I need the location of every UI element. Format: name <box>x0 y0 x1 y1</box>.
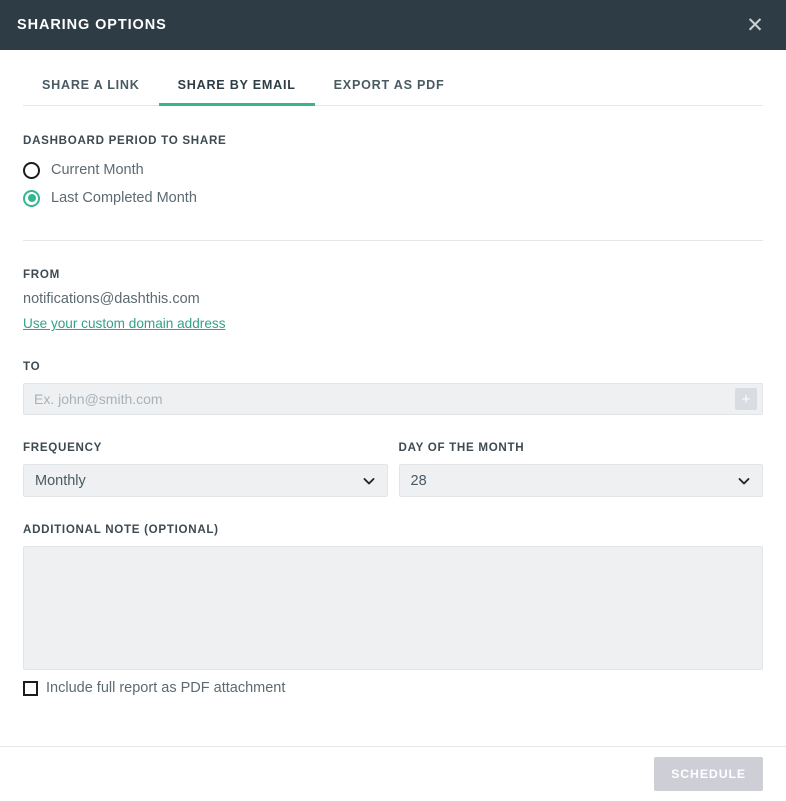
pdf-attachment-option[interactable]: Include full report as PDF attachment <box>23 680 763 696</box>
tab-bar: SHARE A LINK SHARE BY EMAIL EXPORT AS PD… <box>0 50 786 106</box>
frequency-value: Monthly <box>35 473 86 489</box>
frequency-section: FREQUENCY Monthly <box>23 441 388 497</box>
frequency-label: FREQUENCY <box>23 441 388 454</box>
to-field-wrapper: + <box>23 383 763 415</box>
radio-icon-unchecked[interactable] <box>23 162 40 179</box>
sharing-options-modal: SHARING OPTIONS ✕ SHARE A LINK SHARE BY … <box>0 0 786 801</box>
day-of-month-section: DAY OF THE MONTH 28 <box>399 441 764 497</box>
tab-export-as-pdf[interactable]: EXPORT AS PDF <box>315 78 464 106</box>
pdf-attachment-label: Include full report as PDF attachment <box>46 680 285 696</box>
close-icon[interactable]: ✕ <box>742 12 768 38</box>
radio-label-last-completed-month: Last Completed Month <box>51 190 197 206</box>
custom-domain-link[interactable]: Use your custom domain address <box>23 316 226 331</box>
tab-share-by-email[interactable]: SHARE BY EMAIL <box>159 78 315 106</box>
chevron-down-icon <box>738 475 750 487</box>
chevron-down-icon <box>363 475 375 487</box>
schedule-button[interactable]: SCHEDULE <box>654 757 763 791</box>
to-email-input[interactable] <box>24 384 735 414</box>
from-label: FROM <box>23 268 763 281</box>
dashboard-period-section: DASHBOARD PERIOD TO SHARE Current Month … <box>23 106 763 212</box>
checkbox-icon-unchecked[interactable] <box>23 681 38 696</box>
radio-option-last-completed-month[interactable]: Last Completed Month <box>23 184 763 212</box>
modal-header: SHARING OPTIONS ✕ <box>0 0 786 50</box>
from-email-value: notifications@dashthis.com <box>23 291 763 307</box>
schedule-row: FREQUENCY Monthly DAY OF THE MONTH 28 <box>23 415 763 497</box>
to-label: TO <box>23 360 763 373</box>
day-of-month-select[interactable]: 28 <box>399 464 764 497</box>
additional-note-textarea[interactable] <box>23 546 763 670</box>
additional-note-label: ADDITIONAL NOTE (OPTIONAL) <box>23 523 763 536</box>
day-of-month-label: DAY OF THE MONTH <box>399 441 764 454</box>
additional-note-section: ADDITIONAL NOTE (OPTIONAL) <box>23 497 763 670</box>
day-of-month-value: 28 <box>411 473 427 489</box>
dashboard-period-label: DASHBOARD PERIOD TO SHARE <box>23 134 763 147</box>
page-title: SHARING OPTIONS <box>17 17 167 33</box>
dashboard-period-radio-group: Current Month Last Completed Month <box>23 156 763 212</box>
from-section: FROM notifications@dashthis.com Use your… <box>23 241 763 333</box>
modal-footer: SCHEDULE <box>0 746 786 801</box>
modal-body: DASHBOARD PERIOD TO SHARE Current Month … <box>0 106 786 746</box>
radio-icon-checked[interactable] <box>23 190 40 207</box>
tab-share-a-link[interactable]: SHARE A LINK <box>23 78 159 106</box>
to-section: TO + <box>23 333 763 415</box>
tab-list: SHARE A LINK SHARE BY EMAIL EXPORT AS PD… <box>0 78 786 106</box>
frequency-select[interactable]: Monthly <box>23 464 388 497</box>
radio-label-current-month: Current Month <box>51 162 144 178</box>
radio-option-current-month[interactable]: Current Month <box>23 156 763 184</box>
add-recipient-icon[interactable]: + <box>735 388 757 410</box>
